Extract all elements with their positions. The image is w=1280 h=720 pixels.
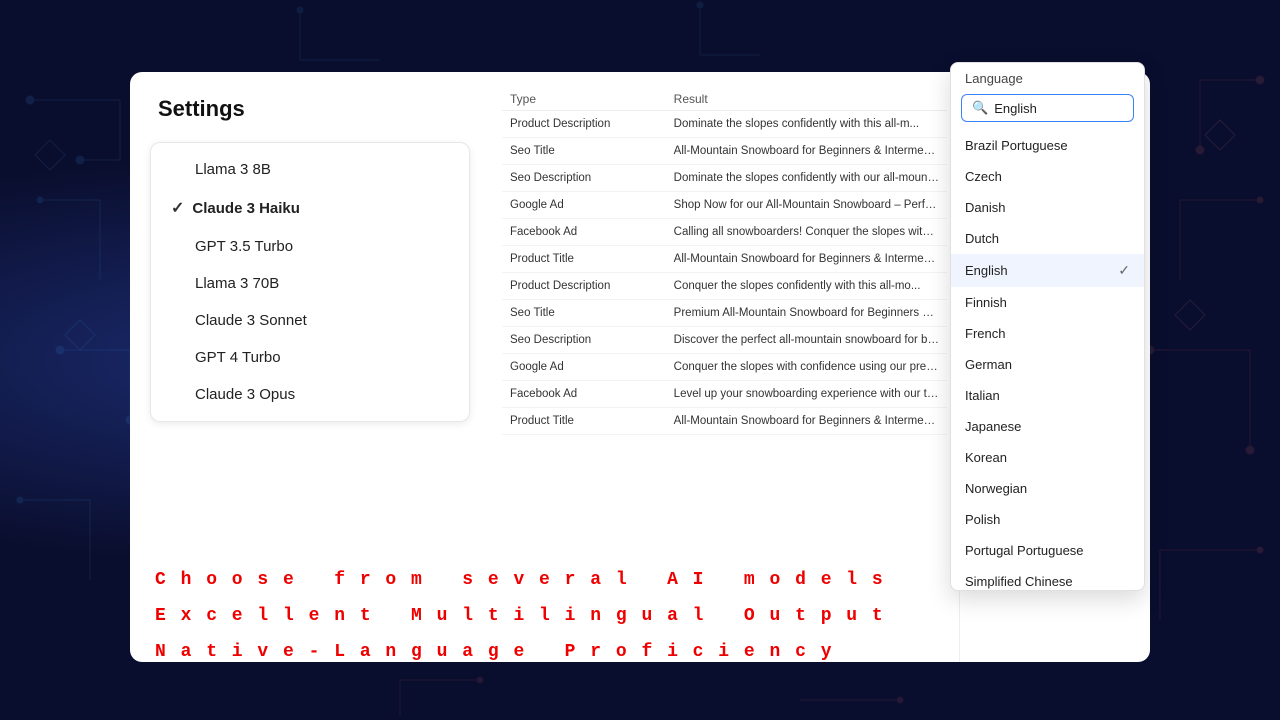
type-cell: Seo Title [502, 300, 666, 327]
check-icon: ✓ [171, 198, 184, 218]
result-cell: Calling all snowboarders! Conquer the sl… [666, 219, 947, 246]
language-item-polish[interactable]: Polish [951, 504, 1144, 535]
type-cell: Google Ad [502, 354, 666, 381]
language-item-italian[interactable]: Italian [951, 380, 1144, 411]
language-item-japanese[interactable]: Japanese [951, 411, 1144, 442]
language-item-simplified-chinese[interactable]: Simplified Chinese [951, 566, 1144, 590]
taglines-container: C h o o s e f r o m s e v e r a l A I m … [155, 562, 885, 670]
result-cell: All-Mountain Snowboard for Beginners & I… [666, 138, 947, 165]
model-label: GPT 3.5 Turbo [195, 238, 293, 255]
results-table: Type Result Product Description Dominate… [502, 88, 947, 435]
language-item-english[interactable]: English ✓ [951, 254, 1144, 287]
language-item-korean[interactable]: Korean [951, 442, 1144, 473]
type-cell: Product Title [502, 246, 666, 273]
language-label: Korean [965, 450, 1007, 465]
language-search-box[interactable]: 🔍 [961, 94, 1134, 122]
language-search-input[interactable] [994, 101, 1123, 116]
col-type-header: Type [502, 88, 666, 111]
selected-check-icon: ✓ [1118, 262, 1130, 279]
language-item-portugal-portuguese[interactable]: Portugal Portuguese [951, 535, 1144, 566]
model-label: Llama 3 70B [195, 275, 279, 292]
type-cell: Seo Description [502, 327, 666, 354]
language-label: Brazil Portuguese [965, 138, 1068, 153]
language-list: Brazil Portuguese Czech Danish Dutch English… [951, 130, 1144, 590]
type-cell: Google Ad [502, 192, 666, 219]
table-row: Product Title All-Mountain Snowboard for… [502, 246, 947, 273]
table-row: Product Description Conquer the slopes c… [502, 273, 947, 300]
model-item-gpt35-turbo[interactable]: GPT 3.5 Turbo [151, 228, 469, 265]
language-dropdown: Language 🔍 Brazil Portuguese Czech Danish D… [950, 62, 1145, 591]
type-cell: Product Title [502, 408, 666, 435]
model-item-claude3-opus[interactable]: Claude 3 Opus [151, 376, 469, 413]
language-item-german[interactable]: German [951, 349, 1144, 380]
settings-title: Settings [150, 96, 470, 122]
language-label: Dutch [965, 231, 999, 246]
table-row: Google Ad Conquer the slopes with confid… [502, 354, 947, 381]
model-item-gpt4-turbo[interactable]: GPT 4 Turbo [151, 339, 469, 376]
model-label: Claude 3 Haiku [192, 200, 300, 217]
language-label: Danish [965, 200, 1005, 215]
model-label: Claude 3 Opus [195, 386, 295, 403]
language-label: Simplified Chinese [965, 574, 1073, 589]
model-list: Llama 3 8B ✓ Claude 3 Haiku GPT 3.5 Turbo Ll… [150, 142, 470, 422]
language-label: German [965, 357, 1012, 372]
table-row: Product Description Dominate the slopes … [502, 111, 947, 138]
language-label: Polish [965, 512, 1000, 527]
table-row: Seo Title All-Mountain Snowboard for Beg… [502, 138, 947, 165]
language-item-brazil-portuguese[interactable]: Brazil Portuguese [951, 130, 1144, 161]
table-row: Google Ad Shop Now for our All-Mountain … [502, 192, 947, 219]
tagline-3: N a t i v e - L a n g u a g e P r o f i … [155, 634, 885, 670]
result-cell: Dominate the slopes confidently with our… [666, 165, 947, 192]
result-cell: Dominate the slopes confidently with thi… [666, 111, 947, 138]
type-cell: Seo Description [502, 165, 666, 192]
model-label: GPT 4 Turbo [195, 349, 281, 366]
dropdown-label: Language [951, 63, 1144, 90]
result-cell: Shop Now for our All-Mountain Snowboard … [666, 192, 947, 219]
language-label: Portugal Portuguese [965, 543, 1084, 558]
result-cell: Conquer the slopes with confidence using… [666, 354, 947, 381]
table-row: Seo Description Discover the perfect all… [502, 327, 947, 354]
tagline-1: C h o o s e f r o m s e v e r a l A I m … [155, 562, 885, 598]
language-label: English [965, 263, 1008, 278]
language-item-french[interactable]: French [951, 318, 1144, 349]
table-row: Facebook Ad Calling all snowboarders! Co… [502, 219, 947, 246]
model-item-claude3-haiku[interactable]: ✓ Claude 3 Haiku [151, 188, 469, 228]
result-cell: Level up your snowboarding experience wi… [666, 381, 947, 408]
result-cell: All-Mountain Snowboard for Beginners & I… [666, 408, 947, 435]
language-panel: Language 🔍 Brazil PortugueseCzechDanishD… [960, 72, 1150, 662]
model-item-llama3-70b[interactable]: Llama 3 70B [151, 265, 469, 302]
model-label: Llama 3 8B [195, 161, 271, 178]
search-icon: 🔍 [972, 100, 988, 116]
type-cell: Facebook Ad [502, 219, 666, 246]
language-label: Japanese [965, 419, 1021, 434]
language-item-dutch[interactable]: Dutch [951, 223, 1144, 254]
language-item-finnish[interactable]: Finnish [951, 287, 1144, 318]
result-cell: All-Mountain Snowboard for Beginners & I… [666, 246, 947, 273]
type-cell: Product Description [502, 273, 666, 300]
language-label: Italian [965, 388, 1000, 403]
model-label: Claude 3 Sonnet [195, 312, 307, 329]
language-item-norwegian[interactable]: Norwegian [951, 473, 1144, 504]
result-cell: Premium All-Mountain Snowboard for Begin… [666, 300, 947, 327]
model-item-claude3-sonnet[interactable]: Claude 3 Sonnet [151, 302, 469, 339]
language-label: French [965, 326, 1005, 341]
model-item-llama3-8b[interactable]: Llama 3 8B [151, 151, 469, 188]
tagline-2: E x c e l l e n t M u l t i l i n g u a … [155, 598, 885, 634]
language-label: Czech [965, 169, 1002, 184]
col-result-header: Result [666, 88, 947, 111]
table-row: Seo Description Dominate the slopes conf… [502, 165, 947, 192]
type-cell: Seo Title [502, 138, 666, 165]
result-cell: Discover the perfect all-mountain snowbo… [666, 327, 947, 354]
type-cell: Facebook Ad [502, 381, 666, 408]
language-label: Norwegian [965, 481, 1027, 496]
table-row: Facebook Ad Level up your snowboarding e… [502, 381, 947, 408]
table-row: Product Title All-Mountain Snowboard for… [502, 408, 947, 435]
language-item-danish[interactable]: Danish [951, 192, 1144, 223]
result-cell: Conquer the slopes confidently with this… [666, 273, 947, 300]
table-row: Seo Title Premium All-Mountain Snowboard… [502, 300, 947, 327]
language-item-czech[interactable]: Czech [951, 161, 1144, 192]
type-cell: Product Description [502, 111, 666, 138]
language-label: Finnish [965, 295, 1007, 310]
